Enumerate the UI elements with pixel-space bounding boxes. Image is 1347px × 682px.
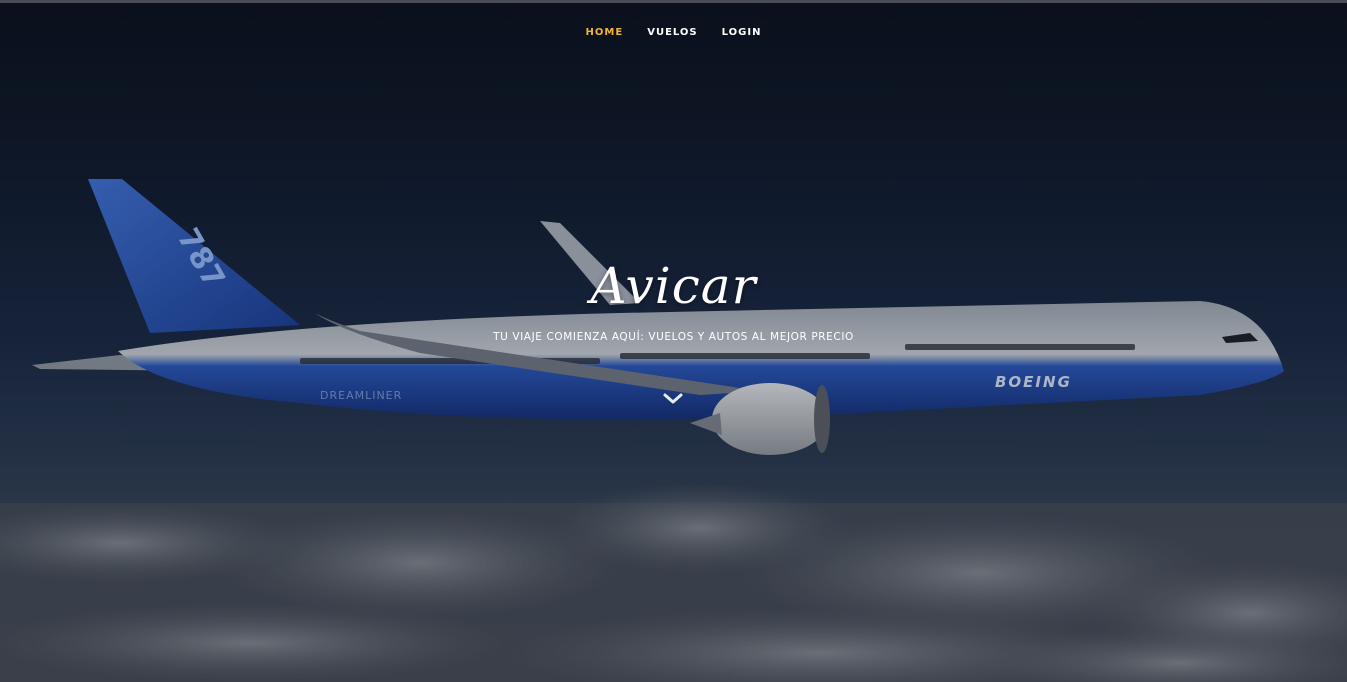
nav-item-login[interactable]: LOGIN (722, 25, 762, 41)
scroll-down-button[interactable] (662, 390, 684, 408)
nav-item-home[interactable]: HOME (586, 25, 624, 41)
main-navigation: HOME VUELOS LOGIN (0, 25, 1347, 41)
chevron-down-icon (663, 393, 683, 404)
hero-title: Avicar (590, 257, 757, 315)
nav-item-vuelos[interactable]: VUELOS (647, 25, 697, 41)
hero-tagline: TU VIAJE COMIENZA AQUÍ: VUELOS Y AUTOS A… (493, 331, 854, 343)
